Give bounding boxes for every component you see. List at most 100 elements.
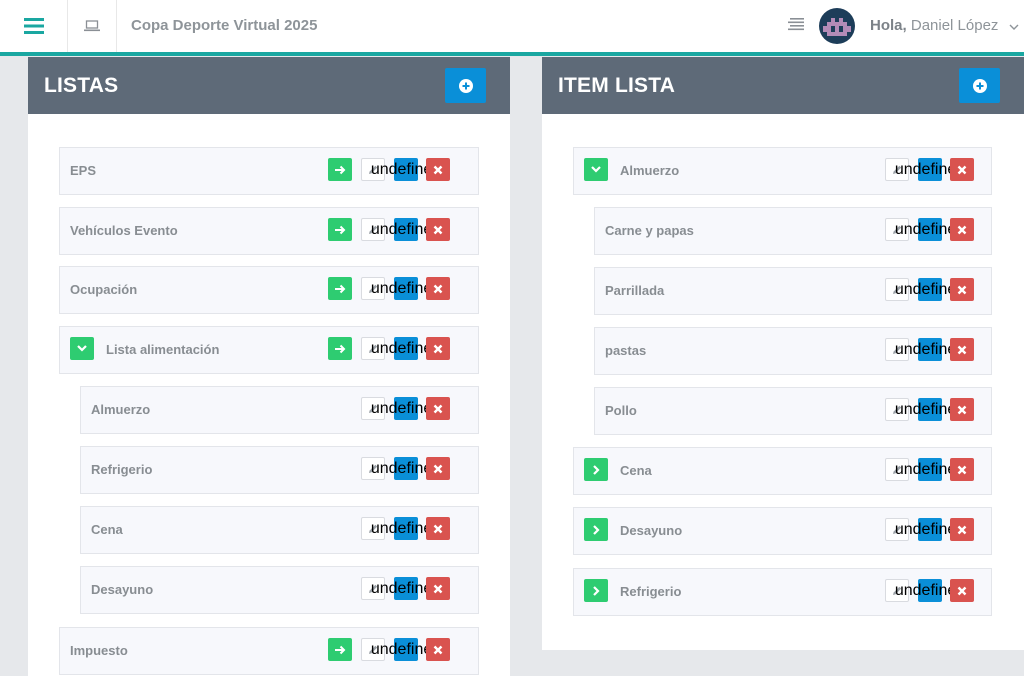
item-row-label: Pollo — [605, 403, 637, 418]
list-menu-button[interactable] — [788, 17, 804, 36]
lists-panel: LISTAS EPS undefined Vehículos Evento undef… — [28, 57, 510, 676]
add-item-button[interactable]: undefined — [895, 218, 965, 241]
times-icon — [957, 285, 967, 295]
laptop-button[interactable] — [68, 0, 117, 52]
menu-toggle-button[interactable] — [0, 0, 68, 52]
list-row-label: EPS — [70, 163, 97, 178]
chevron-right-icon — [592, 585, 600, 596]
open-list-button[interactable] — [328, 638, 352, 661]
arrow-right-icon — [334, 284, 346, 294]
open-list-button[interactable] — [328, 277, 352, 300]
delete-button[interactable] — [426, 517, 450, 540]
hamburger-icon — [23, 18, 44, 34]
chevron-down-icon — [591, 166, 601, 173]
list-row: Vehículos Evento undefined — [59, 207, 479, 255]
delete-button[interactable] — [950, 398, 974, 421]
list-row-label: Refrigerio — [91, 462, 153, 477]
expand-toggle-button[interactable] — [584, 158, 608, 181]
add-item-button[interactable]: undefined — [371, 337, 441, 360]
item-row: Cena undefined — [573, 447, 992, 495]
app-title: Copa Deporte Virtual 2025 — [131, 17, 318, 34]
list-row-label: Vehículos Evento — [70, 223, 178, 238]
expand-toggle-button[interactable] — [584, 518, 608, 541]
open-list-button[interactable] — [328, 158, 352, 181]
times-icon — [433, 225, 443, 235]
list-row-label: Cena — [91, 522, 123, 537]
item-row: pastas undefined — [594, 327, 992, 375]
laptop-icon — [84, 20, 100, 32]
expand-toggle-button[interactable] — [70, 337, 94, 360]
add-item-button[interactable]: undefined — [895, 158, 965, 181]
item-list-panel-header: ITEM LISTA — [542, 57, 1024, 114]
times-icon — [957, 225, 967, 235]
add-item-button[interactable]: undefined — [895, 338, 965, 361]
times-icon — [433, 284, 443, 294]
add-item-button[interactable]: undefined — [895, 458, 965, 481]
times-icon — [433, 404, 443, 414]
user-menu[interactable]: Hola, Daniel López — [870, 0, 1019, 52]
item-row: Carne y papas undefined — [594, 207, 992, 255]
list-row-label: Desayuno — [91, 582, 154, 597]
greeting: Hola, — [870, 17, 907, 34]
expand-toggle-button[interactable] — [584, 579, 608, 602]
delete-button[interactable] — [426, 218, 450, 241]
list-row: Almuerzo undefined — [80, 386, 479, 434]
open-list-button[interactable] — [328, 218, 352, 241]
expand-toggle-button[interactable] — [584, 458, 608, 481]
delete-button[interactable] — [426, 337, 450, 360]
item-row-label: Refrigerio — [620, 584, 682, 599]
delete-button[interactable] — [426, 397, 450, 420]
add-item-button[interactable]: undefined — [895, 518, 965, 541]
add-item-button[interactable]: undefined — [371, 577, 441, 600]
list-row: Lista alimentación undefined — [59, 326, 479, 374]
lists-panel-header: LISTAS — [28, 57, 510, 114]
item-row-label: Carne y papas — [605, 223, 694, 238]
list-row: Refrigerio undefined — [80, 446, 479, 494]
add-item-button[interactable]: undefined — [371, 457, 441, 480]
add-item-button[interactable]: undefined — [371, 517, 441, 540]
delete-button[interactable] — [426, 457, 450, 480]
add-item-button[interactable]: undefined — [371, 397, 441, 420]
list-icon — [788, 18, 804, 31]
times-icon — [957, 465, 967, 475]
item-row: Pollo undefined — [594, 387, 992, 435]
list-row: Ocupación undefined — [59, 266, 479, 314]
delete-button[interactable] — [950, 518, 974, 541]
delete-button[interactable] — [950, 218, 974, 241]
item-row-label: Almuerzo — [620, 163, 680, 178]
delete-button[interactable] — [426, 158, 450, 181]
user-name: Daniel López — [910, 17, 999, 34]
add-list-button[interactable] — [445, 68, 486, 103]
add-item-button[interactable]: undefined — [371, 218, 441, 241]
add-item-button[interactable]: undefined — [895, 398, 965, 421]
item-row-label: Desayuno — [620, 523, 683, 538]
top-bar: Copa Deporte Virtual 2025 Hola, Daniel L… — [0, 0, 1024, 56]
item-row-label: pastas — [605, 343, 647, 358]
arrow-right-icon — [334, 225, 346, 235]
delete-button[interactable] — [950, 158, 974, 181]
delete-button[interactable] — [426, 577, 450, 600]
avatar[interactable] — [819, 8, 855, 44]
add-item-button[interactable] — [959, 68, 1000, 103]
item-list-panel: ITEM LISTA Almuerzo undefined Carne y papa… — [542, 57, 1024, 650]
add-item-button[interactable]: undefined — [371, 638, 441, 661]
times-icon — [433, 344, 443, 354]
pixel-avatar — [823, 18, 851, 36]
list-row-label: Ocupación — [70, 282, 138, 297]
arrow-right-icon — [334, 344, 346, 354]
delete-button[interactable] — [950, 458, 974, 481]
delete-button[interactable] — [950, 278, 974, 301]
add-item-button[interactable]: undefined — [371, 277, 441, 300]
delete-button[interactable] — [426, 638, 450, 661]
delete-button[interactable] — [950, 579, 974, 602]
add-item-button[interactable]: undefined — [371, 158, 441, 181]
delete-button[interactable] — [426, 277, 450, 300]
item-row: Parrillada undefined — [594, 267, 992, 315]
lists-panel-title: LISTAS — [44, 74, 119, 97]
add-item-button[interactable]: undefined — [895, 579, 965, 602]
delete-button[interactable] — [950, 338, 974, 361]
open-list-button[interactable] — [328, 337, 352, 360]
add-item-button[interactable]: undefined — [895, 278, 965, 301]
list-row: Desayuno undefined — [80, 566, 479, 614]
list-row: Cena undefined — [80, 506, 479, 554]
